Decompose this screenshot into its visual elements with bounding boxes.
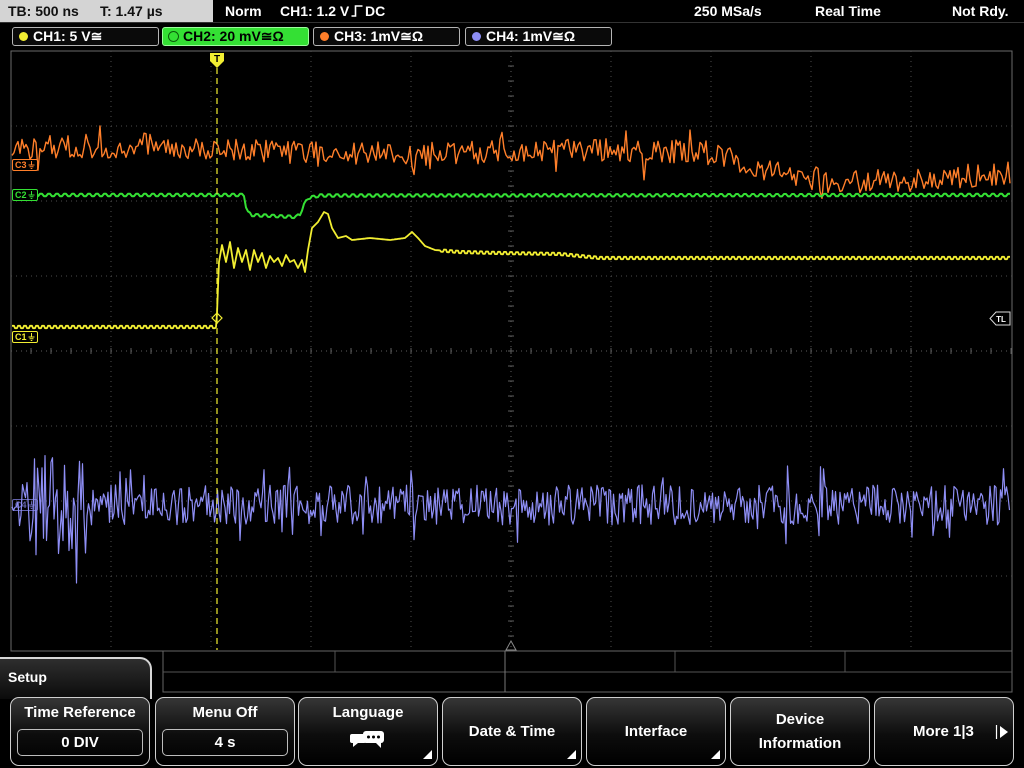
time-reference-value: 0 DIV <box>17 729 143 756</box>
ch4-trace <box>11 455 1011 584</box>
trigger-position-marker: T <box>210 53 224 68</box>
next-page-arrow-icon <box>995 725 1008 739</box>
ch1-trace <box>12 211 1010 330</box>
menu-off-label: Menu Off <box>192 704 258 721</box>
waveform-display: T TL <box>10 50 1013 693</box>
language-label: Language <box>332 704 404 721</box>
submenu-indicator-icon <box>567 750 576 759</box>
ch2-marker-label: C2 <box>15 190 27 200</box>
ground-icon <box>28 191 35 199</box>
language-softkey[interactable]: Language <box>298 697 438 766</box>
device-information-label: Device Information <box>758 711 842 752</box>
ch3-offset-marker: C3 <box>12 159 38 171</box>
ch1-offset-marker: C1 <box>12 331 38 343</box>
ground-icon <box>28 161 35 169</box>
trigger-level-marker: TL <box>989 311 1011 326</box>
ch2-offset-marker: C2 <box>12 189 38 201</box>
device-information-softkey[interactable]: Device Information <box>730 697 870 766</box>
ch3-marker-label: C3 <box>15 160 27 170</box>
interface-softkey[interactable]: Interface <box>586 697 726 766</box>
ground-icon <box>28 333 35 341</box>
more-softkey[interactable]: More 1|3 <box>874 697 1014 766</box>
submenu-indicator-icon <box>423 750 432 759</box>
submenu-indicator-icon <box>711 750 720 759</box>
time-reference-softkey[interactable]: Time Reference 0 DIV <box>10 697 150 766</box>
ch1-marker-label: C1 <box>15 332 27 342</box>
date-time-softkey[interactable]: Date & Time <box>442 697 582 766</box>
menu-off-softkey[interactable]: Menu Off 4 s <box>155 697 295 766</box>
graticule-grid <box>11 51 1012 651</box>
date-time-label: Date & Time <box>468 723 556 740</box>
zoom-overview-strip <box>162 650 1013 693</box>
trigger-level-label: TL <box>996 315 1006 324</box>
speech-bubbles-icon <box>350 731 384 748</box>
horizontal-center-marker <box>505 639 517 651</box>
more-label: More 1|3 <box>913 723 974 740</box>
time-reference-label: Time Reference <box>24 704 136 721</box>
oscilloscope-screen: TB: 500 ns T: 1.47 µs Norm CH1: 1.2 V DC… <box>0 0 1024 768</box>
trigger-position-label: T <box>214 54 220 65</box>
interface-label: Interface <box>624 723 688 740</box>
menu-off-value: 4 s <box>162 729 288 756</box>
ch2-trace <box>12 192 1010 220</box>
